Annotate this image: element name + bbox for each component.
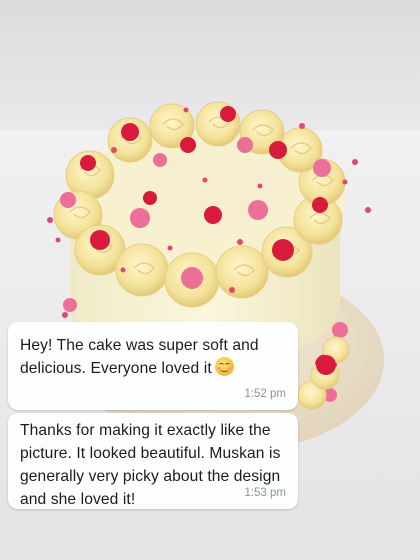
- message-timestamp: 1:53 pm: [244, 487, 286, 499]
- message-timestamp: 1:52 pm: [244, 388, 286, 400]
- message-bubble[interactable]: Thanks for making it exactly like the pi…: [8, 413, 298, 509]
- smiling-face-emoji-icon: [214, 357, 234, 376]
- message-bubble[interactable]: Hey! The cake was super soft and delicio…: [8, 322, 298, 410]
- message-text: Hey! The cake was super soft and delicio…: [20, 334, 284, 380]
